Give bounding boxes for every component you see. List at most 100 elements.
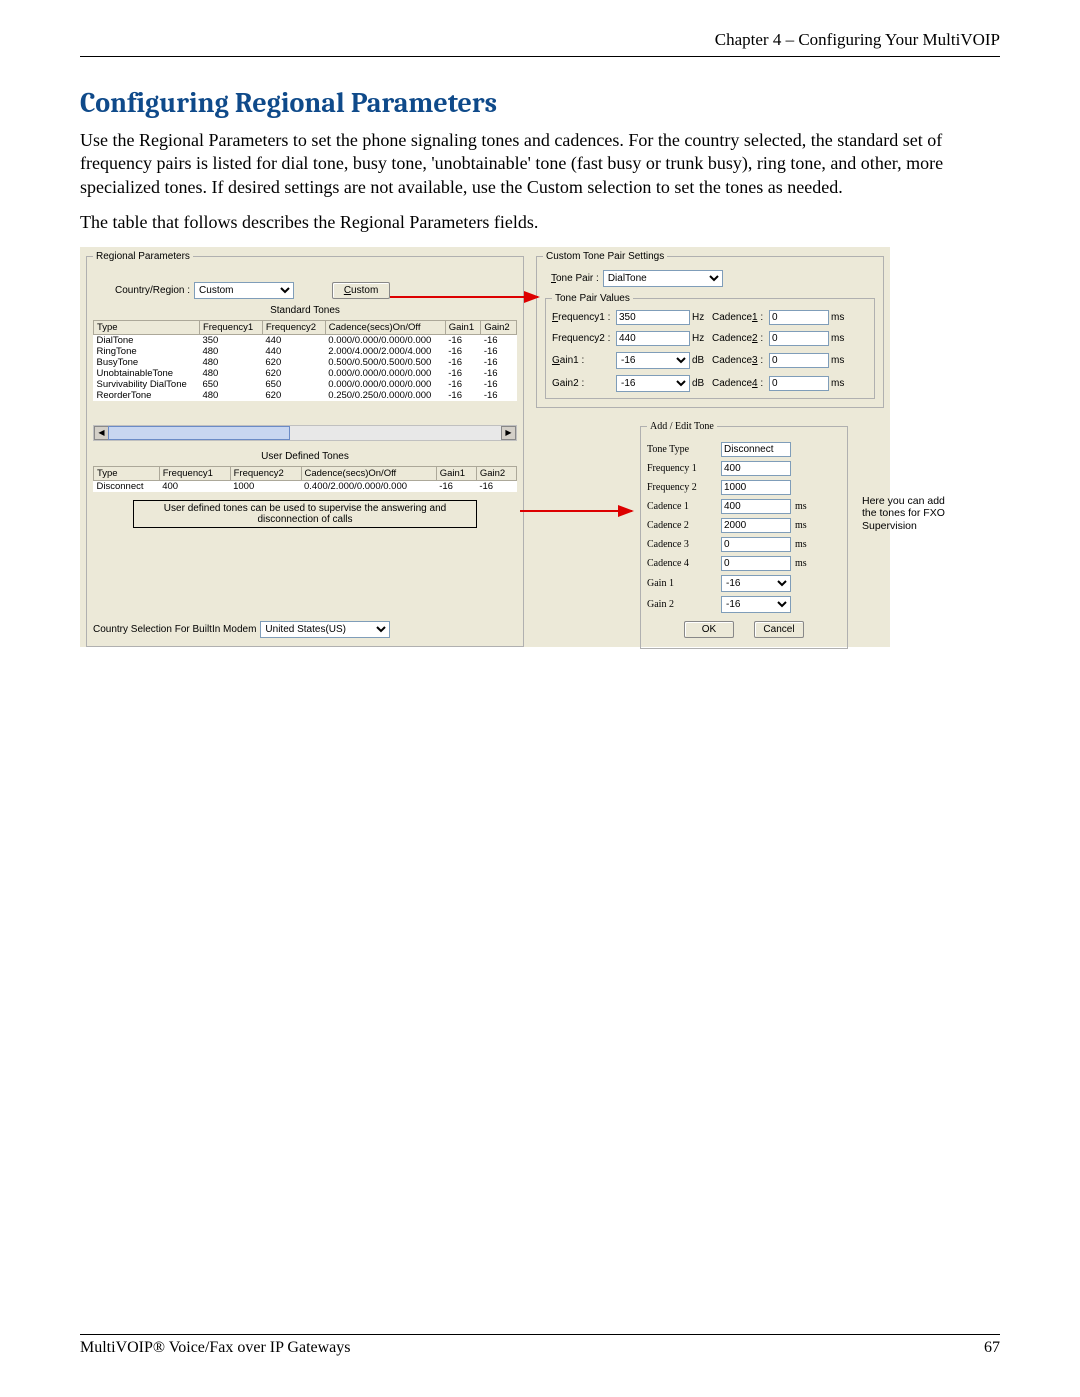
cadence1-label: Cadence1 : [712,312,767,323]
regional-params-panel: Regional Parameters Country/Region : Cus… [80,247,530,647]
edit-cadence1-label: Cadence 1 [647,501,717,512]
edit-gain2-select[interactable]: -16 [721,596,791,613]
table-cell: 480 [199,357,262,368]
cadence2-input[interactable] [769,331,829,346]
scroll-right-icon[interactable]: ▶ [501,426,516,440]
db-unit-2: dB [692,378,710,389]
table-header[interactable]: Frequency2 [230,466,301,480]
gain1-select[interactable]: -16 [616,352,690,369]
table-row[interactable]: BusyTone4806200.500/0.500/0.500/0.500-16… [94,357,517,368]
table-cell: -16 [481,390,517,401]
edit-cadence2-input[interactable] [721,518,791,533]
scroll-left-icon[interactable]: ◀ [94,426,109,440]
table-cell: 0.000/0.000/0.000/0.000 [325,368,445,379]
screenshot-figure: Regional Parameters Country/Region : Cus… [80,247,1000,667]
standard-tones-table: TypeFrequency1Frequency2Cadence(secs)On/… [93,320,517,401]
table-header[interactable]: Type [94,466,160,480]
table-cell: -16 [436,480,476,492]
edit-ok-button[interactable]: OK [684,621,734,638]
table-cell: ReorderTone [94,390,200,401]
table-cell: 0.250/0.250/0.000/0.000 [325,390,445,401]
cadence2-label: Cadence2 : [712,333,767,344]
table-cell: -16 [481,368,517,379]
edit-frequency1-label: Frequency 1 [647,463,717,474]
table-cell: 0.000/0.000/0.000/0.000 [325,379,445,390]
edit-frequency2-input[interactable] [721,480,791,495]
edit-cancel-button[interactable]: Cancel [754,621,804,638]
edit-gain1-label: Gain 1 [647,578,717,589]
custom-button[interactable]: Custom [332,282,390,299]
edit-cadence3-input[interactable] [721,537,791,552]
country-region-select[interactable]: Custom [194,282,294,299]
gain2-select[interactable]: -16 [616,375,690,392]
cadence3-input[interactable] [769,353,829,368]
table-header[interactable]: Gain2 [476,466,516,480]
horizontal-scrollbar[interactable]: ◀ ▶ [93,425,517,441]
table-header[interactable]: Cadence(secs)On/Off [325,320,445,334]
table-header[interactable]: Frequency2 [262,320,325,334]
table-header[interactable]: Gain1 [436,466,476,480]
table-cell: 2.000/4.000/2.000/4.000 [325,346,445,357]
cadence1-input[interactable] [769,310,829,325]
edit-gain2-label: Gain 2 [647,599,717,610]
table-cell: -16 [445,346,481,357]
table-cell: -16 [481,334,517,346]
table-row[interactable]: RingTone4804402.000/4.000/2.000/4.000-16… [94,346,517,357]
gain1-label: Gain1 : [552,355,614,366]
table-cell: UnobtainableTone [94,368,200,379]
ms-unit-4: ms [831,378,849,389]
table-header[interactable]: Frequency1 [199,320,262,334]
frequency2-input[interactable] [616,331,690,346]
edit-cadence1-input[interactable] [721,499,791,514]
tone-pair-select[interactable]: DialTone [603,270,723,287]
table-cell: BusyTone [94,357,200,368]
table-row[interactable]: Survivability DialTone6506500.000/0.000/… [94,379,517,390]
modem-country-select[interactable]: United States(US) [260,621,390,638]
table-row[interactable]: DialTone3504400.000/0.000/0.000/0.000-16… [94,334,517,346]
table-header[interactable]: Frequency1 [159,466,230,480]
table-row[interactable]: Disconnect40010000.400/2.000/0.000/0.000… [94,480,517,492]
custom-tone-pair-legend: Custom Tone Pair Settings [543,251,667,262]
table-cell: 480 [199,346,262,357]
table-row[interactable]: UnobtainableTone4806200.000/0.000/0.000/… [94,368,517,379]
table-header[interactable]: Cadence(secs)On/Off [301,466,436,480]
table-cell: -16 [476,480,516,492]
tone-pair-label: Tone Pair : [551,273,599,284]
scroll-thumb[interactable] [108,426,290,440]
tone-type-input[interactable] [721,442,791,457]
table-cell: Survivability DialTone [94,379,200,390]
tone-pair-values-legend: Tone Pair Values [552,293,633,304]
table-row[interactable]: ReorderTone4806200.250/0.250/0.000/0.000… [94,390,517,401]
ms-unit-3: ms [831,355,849,366]
intro-paragraph-1: Use the Regional Parameters to set the p… [80,129,1000,199]
cadence4-input[interactable] [769,376,829,391]
frequency1-input[interactable] [616,310,690,325]
hz-unit: Hz [692,312,710,323]
edit-gain1-select[interactable]: -16 [721,575,791,592]
supervise-note: User defined tones can be used to superv… [133,500,477,528]
edit-cadence2-label: Cadence 2 [647,520,717,531]
table-cell: -16 [445,379,481,390]
footer-product: MultiVOIP® Voice/Fax over IP Gateways [80,1339,351,1357]
db-unit-1: dB [692,355,710,366]
edit-ms-1: ms [795,501,815,512]
intro-paragraph-2: The table that follows describes the Reg… [80,211,1000,234]
gain2-label: Gain2 : [552,378,614,389]
edit-ms-2: ms [795,520,815,531]
table-header[interactable]: Gain1 [445,320,481,334]
standard-tones-title: Standard Tones [93,305,517,316]
table-header[interactable]: Type [94,320,200,334]
table-cell: 620 [262,368,325,379]
table-cell: 480 [199,368,262,379]
table-cell: 480 [199,390,262,401]
edit-frequency2-label: Frequency 2 [647,482,717,493]
section-heading: Configuring Regional Parameters [80,87,1000,119]
table-header[interactable]: Gain2 [481,320,517,334]
table-cell: -16 [445,368,481,379]
edit-frequency1-input[interactable] [721,461,791,476]
regional-params-legend: Regional Parameters [93,251,193,262]
table-cell: 440 [262,346,325,357]
table-cell: 400 [159,480,230,492]
annotation-text: Here you can add the tones for FXO Super… [862,495,957,533]
edit-cadence4-input[interactable] [721,556,791,571]
